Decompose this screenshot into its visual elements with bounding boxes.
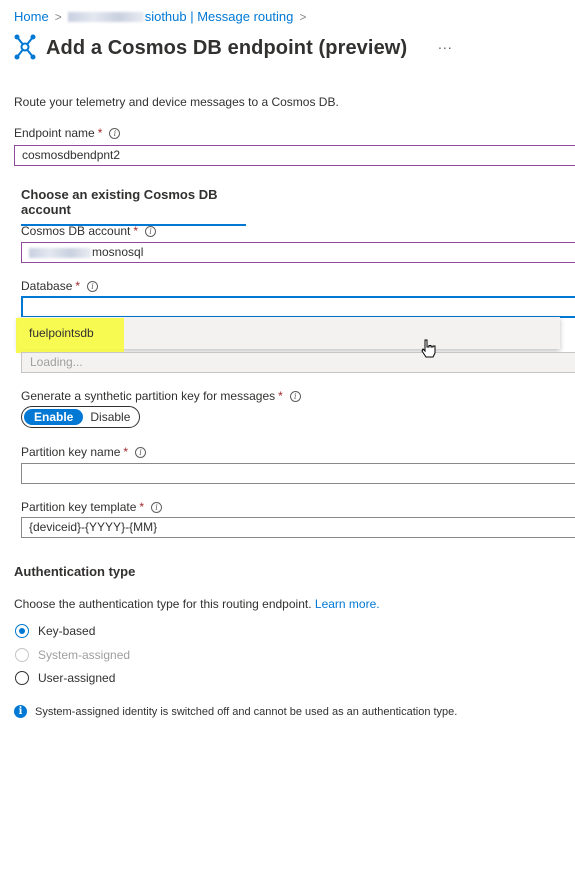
info-icon[interactable]: i — [145, 225, 157, 237]
redacted-text — [29, 247, 91, 258]
required-marker: * — [278, 389, 283, 403]
info-icon[interactable]: i — [151, 501, 163, 513]
info-icon[interactable]: i — [135, 446, 147, 458]
chevron-right-icon: > — [54, 9, 62, 24]
page-description: Route your telemetry and device messages… — [14, 95, 339, 109]
partition-key-template-label: Partition key template * i — [21, 500, 163, 514]
partition-key-name-input[interactable] — [21, 463, 575, 484]
radio-unselected-icon[interactable] — [15, 671, 29, 685]
cosmos-account-label-text: Cosmos DB account — [21, 224, 131, 238]
info-filled-icon: i — [14, 705, 27, 718]
auth-heading: Authentication type — [14, 564, 136, 579]
partition-key-name-label-text: Partition key name — [21, 445, 121, 459]
database-label: Database * i — [21, 279, 99, 293]
auth-notice-text: System-assigned identity is switched off… — [35, 705, 458, 718]
auth-notice: i System-assigned identity is switched o… — [14, 705, 457, 718]
auth-description-text: Choose the authentication type for this … — [14, 597, 312, 611]
partition-key-name-label: Partition key name * i — [21, 445, 147, 459]
required-marker: * — [97, 126, 103, 140]
required-marker: * — [123, 445, 129, 459]
required-marker: * — [139, 500, 145, 514]
required-marker: * — [133, 224, 139, 238]
info-icon[interactable]: i — [289, 390, 301, 402]
endpoint-name-label-text: Endpoint name — [14, 126, 95, 140]
database-select[interactable] — [21, 296, 575, 318]
endpoint-name-label: Endpoint name * i — [14, 126, 121, 140]
auth-description: Choose the authentication type for this … — [14, 597, 380, 611]
disable-option[interactable]: Disable — [83, 410, 130, 424]
routing-icon — [12, 32, 38, 65]
dropdown-option-fuelpointsdb[interactable]: fuelpointsdb — [29, 326, 94, 340]
radio-user-assigned-label: User-assigned — [38, 671, 116, 685]
radio-user-assigned[interactable]: User-assigned — [15, 671, 115, 685]
required-marker: * — [75, 279, 81, 293]
more-options-icon[interactable]: ... — [438, 36, 453, 52]
hand-cursor-icon — [420, 338, 438, 363]
tab-choose-existing-account[interactable]: Choose an existing Cosmos DB account — [21, 187, 246, 226]
page-title: Add a Cosmos DB endpoint (preview) — [46, 37, 408, 59]
breadcrumb-message-routing[interactable]: siothub | Message routing — [145, 9, 294, 24]
cosmos-account-label: Cosmos DB account * i — [21, 224, 157, 238]
radio-key-based[interactable]: Key-based — [15, 624, 95, 638]
redacted-text — [67, 11, 144, 22]
chevron-right-icon: > — [299, 9, 307, 24]
radio-key-based-label: Key-based — [38, 624, 96, 638]
loading-field: Loading... — [21, 352, 575, 373]
cosmos-account-select[interactable]: mosnosql — [21, 242, 575, 263]
partition-key-template-input[interactable]: {deviceid}-{YYYY}-{MM} — [21, 517, 575, 538]
breadcrumb-home[interactable]: Home — [14, 9, 49, 24]
synthetic-key-toggle: Enable Disable — [21, 406, 140, 428]
info-icon[interactable]: i — [87, 280, 99, 292]
info-icon[interactable]: i — [109, 127, 121, 139]
radio-system-assigned: System-assigned — [15, 648, 130, 662]
radio-selected-icon[interactable] — [15, 624, 29, 638]
database-label-text: Database — [21, 279, 73, 293]
synthetic-key-label: Generate a synthetic partition key for m… — [21, 389, 301, 403]
page-header: Add a Cosmos DB endpoint (preview) — [12, 32, 407, 65]
radio-system-assigned-label: System-assigned — [38, 648, 131, 662]
radio-disabled-icon — [15, 648, 29, 662]
endpoint-name-input[interactable]: cosmosdbendpnt2 — [14, 145, 575, 166]
enable-option[interactable]: Enable — [24, 409, 84, 425]
cosmos-account-value: mosnosql — [92, 245, 144, 259]
synthetic-key-label-text: Generate a synthetic partition key for m… — [21, 389, 276, 403]
learn-more-link[interactable]: Learn more. — [315, 597, 380, 611]
breadcrumb: Home > siothub | Message routing > — [14, 9, 312, 24]
partition-key-template-label-text: Partition key template — [21, 500, 137, 514]
